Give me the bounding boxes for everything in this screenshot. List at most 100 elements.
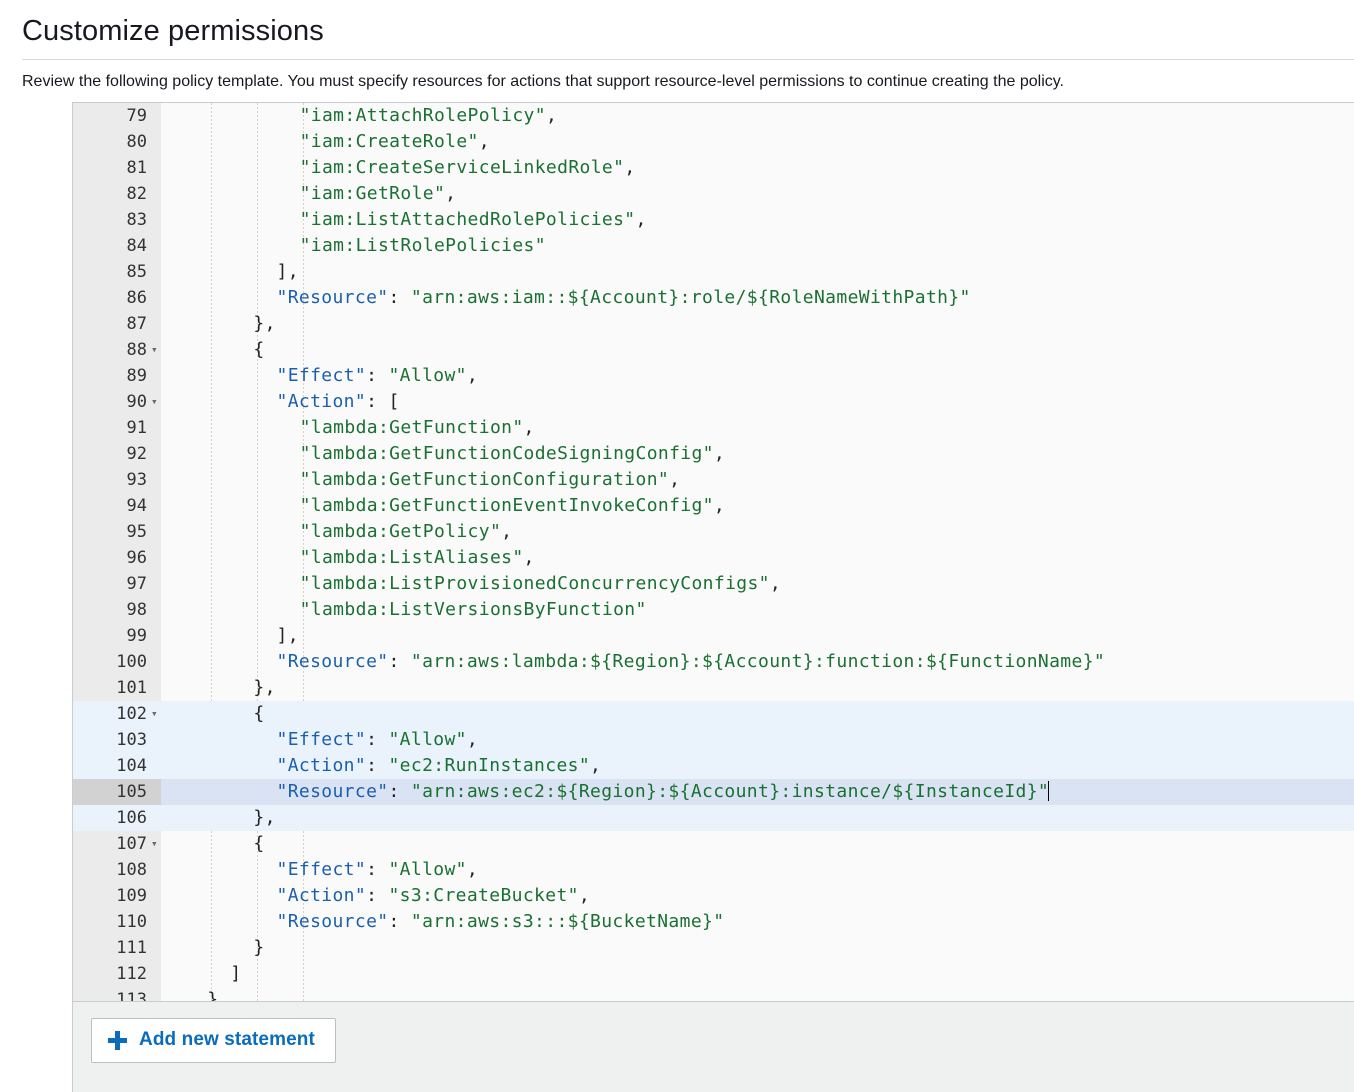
code-line-text: }: [253, 935, 264, 961]
code-line[interactable]: 113}: [73, 987, 1354, 1001]
code-line-text: "Resource": "arn:aws:ec2:${Region}:${Acc…: [277, 779, 1050, 805]
code-token: :: [366, 885, 388, 906]
code-token: },: [253, 313, 275, 334]
code-line-text: "iam:CreateServiceLinkedRole",: [300, 155, 636, 181]
code-line[interactable]: 87},: [73, 311, 1354, 337]
code-line[interactable]: 92"lambda:GetFunctionCodeSigningConfig",: [73, 441, 1354, 467]
code-line[interactable]: 105"Resource": "arn:aws:ec2:${Region}:${…: [73, 779, 1354, 805]
code-line-text: ]: [230, 961, 241, 987]
code-token: :: [388, 651, 410, 672]
code-line[interactable]: 86"Resource": "arn:aws:iam::${Account}:r…: [73, 285, 1354, 311]
line-number: 104: [73, 753, 147, 779]
code-line[interactable]: 111}: [73, 935, 1354, 961]
page-description: Review the following policy template. Yo…: [22, 72, 1354, 92]
code-token: ,: [770, 573, 781, 594]
code-token: {: [253, 833, 264, 854]
code-token: ,: [714, 495, 725, 516]
code-line-text: {: [253, 337, 264, 363]
line-number: 88: [73, 337, 147, 363]
code-token: "arn:aws:ec2:${Region}:${Account}:instan…: [411, 781, 1049, 802]
code-line[interactable]: 85],: [73, 259, 1354, 285]
code-line[interactable]: 88▾ {: [73, 337, 1354, 363]
editor-scroll-area[interactable]: 79 "iam:AttachRolePolicy",80"iam:CreateRo…: [73, 103, 1354, 1001]
fold-toggle-icon[interactable]: ▾: [151, 701, 161, 727]
line-number: 101: [73, 675, 147, 701]
code-line[interactable]: 97 "lambda:ListProvisionedConcurrencyConf…: [73, 571, 1354, 597]
code-token: "Resource": [277, 911, 389, 932]
code-token: "iam:ListAttachedRolePolicies": [300, 209, 636, 230]
code-token: "arn:aws:s3:::${BucketName}": [411, 911, 725, 932]
code-line-text: }: [207, 987, 218, 1001]
code-line[interactable]: 84"iam:ListRolePolicies": [73, 233, 1354, 259]
fold-toggle-icon[interactable]: ▾: [151, 831, 161, 857]
code-line[interactable]: 106},: [73, 805, 1354, 831]
code-token: :: [366, 365, 388, 386]
code-token: ,: [714, 443, 725, 464]
code-line-text: "lambda:GetFunctionEventInvokeConfig",: [300, 493, 726, 519]
code-line[interactable]: 99],: [73, 623, 1354, 649]
code-token: "Allow": [388, 859, 466, 880]
code-line-text: "lambda:ListVersionsByFunction": [300, 597, 647, 623]
code-line[interactable]: 93"lambda:GetFunctionConfiguration",: [73, 467, 1354, 493]
code-line-text: "lambda:ListProvisionedConcurrencyConfig…: [300, 571, 781, 597]
code-line[interactable]: 94"lambda:GetFunctionEventInvokeConfig",: [73, 493, 1354, 519]
code-line[interactable]: 104"Action": "ec2:RunInstances",: [73, 753, 1354, 779]
code-line[interactable]: 80"iam:CreateRole",: [73, 129, 1354, 155]
line-number: 79: [73, 103, 147, 129]
code-line[interactable]: 103"Effect": "Allow",: [73, 727, 1354, 753]
policy-json-editor[interactable]: 79 "iam:AttachRolePolicy",80"iam:CreateRo…: [72, 102, 1354, 1001]
code-line[interactable]: 101},: [73, 675, 1354, 701]
code-line[interactable]: 82"iam:GetRole",: [73, 181, 1354, 207]
code-token: },: [253, 677, 275, 698]
code-token: "Action": [277, 391, 367, 412]
line-number: 82: [73, 181, 147, 207]
code-line-text: "iam:AttachRolePolicy",: [300, 103, 558, 129]
code-token: {: [253, 703, 264, 724]
code-line-text: "lambda:GetFunctionConfiguration",: [300, 467, 681, 493]
code-line[interactable]: 95"lambda:GetPolicy",: [73, 519, 1354, 545]
code-token: "lambda:GetFunctionConfiguration": [300, 469, 670, 490]
code-line[interactable]: 91"lambda:GetFunction",: [73, 415, 1354, 441]
code-line[interactable]: 89"Effect": "Allow",: [73, 363, 1354, 389]
code-line[interactable]: 108"Effect": "Allow",: [73, 857, 1354, 883]
page-header: Customize permissions: [0, 0, 1354, 48]
add-new-statement-button[interactable]: Add new statement: [91, 1018, 336, 1063]
code-line-text: "Effect": "Allow",: [277, 727, 479, 753]
line-number: 98: [73, 597, 147, 623]
fold-toggle-icon[interactable]: ▾: [151, 337, 161, 363]
code-line[interactable]: 96"lambda:ListAliases",: [73, 545, 1354, 571]
code-line[interactable]: 90▾"Action": [: [73, 389, 1354, 415]
code-token: "Resource": [277, 781, 389, 802]
code-token: ,: [501, 521, 512, 542]
code-token: "s3:CreateBucket": [388, 885, 578, 906]
code-line[interactable]: 109"Action": "s3:CreateBucket",: [73, 883, 1354, 909]
code-line[interactable]: 81"iam:CreateServiceLinkedRole",: [73, 155, 1354, 181]
code-token: ,: [636, 209, 647, 230]
code-token: "lambda:GetPolicy": [300, 521, 502, 542]
code-line-text: "Resource": "arn:aws:s3:::${BucketName}": [277, 909, 725, 935]
line-number: 80: [73, 129, 147, 155]
code-line[interactable]: 83"iam:ListAttachedRolePolicies",: [73, 207, 1354, 233]
code-line[interactable]: 102▾{: [73, 701, 1354, 727]
code-line-text: "lambda:ListAliases",: [300, 545, 535, 571]
code-token: ,: [624, 157, 635, 178]
line-number: 92: [73, 441, 147, 467]
code-token: {: [253, 339, 264, 360]
line-number: 97: [73, 571, 147, 597]
code-line[interactable]: 110"Resource": "arn:aws:s3:::${BucketNam…: [73, 909, 1354, 935]
code-line-list[interactable]: 79 "iam:AttachRolePolicy",80"iam:CreateRo…: [73, 103, 1354, 1001]
code-line[interactable]: 100"Resource": "arn:aws:lambda:${Region}…: [73, 649, 1354, 675]
code-token: ,: [590, 755, 601, 776]
code-token: ],: [277, 625, 299, 646]
code-line[interactable]: 112]: [73, 961, 1354, 987]
code-line[interactable]: 98 "lambda:ListVersionsByFunction": [73, 597, 1354, 623]
code-line-text: },: [253, 675, 275, 701]
code-token: :: [388, 781, 410, 802]
code-line[interactable]: 79 "iam:AttachRolePolicy",: [73, 103, 1354, 129]
code-token: ,: [467, 859, 478, 880]
code-token: "Resource": [277, 651, 389, 672]
code-token: "Allow": [388, 729, 466, 750]
code-line-text: "Action": [: [277, 389, 400, 415]
code-line[interactable]: 107▾{: [73, 831, 1354, 857]
fold-toggle-icon[interactable]: ▾: [151, 389, 161, 415]
